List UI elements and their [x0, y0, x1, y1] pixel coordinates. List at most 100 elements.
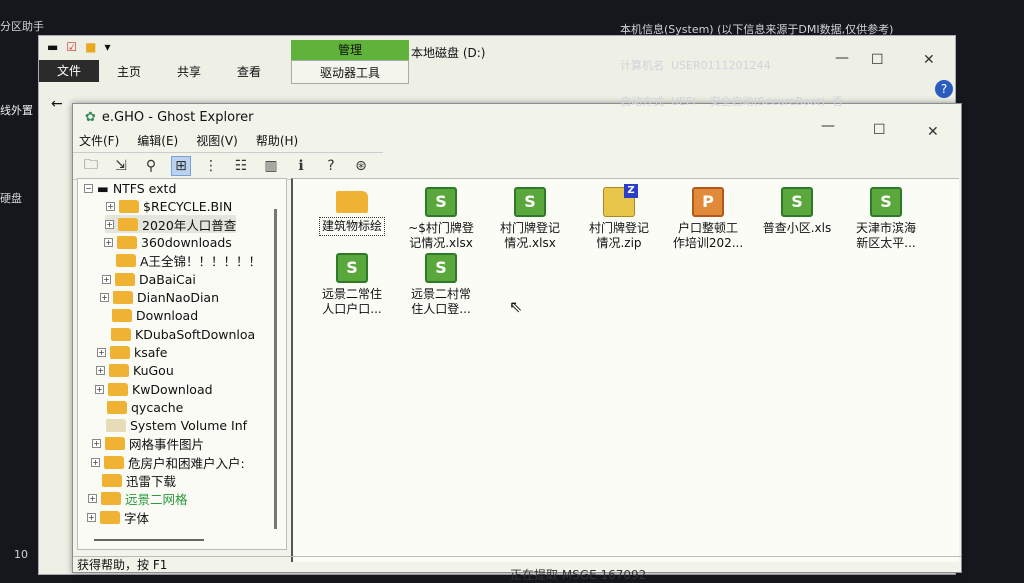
tab-share[interactable]: 共享 [159, 63, 219, 80]
tree-item[interactable]: + ksafe [97, 343, 168, 361]
tree-item[interactable]: + KwDownload [95, 380, 213, 398]
tree-item[interactable]: +2020年人口普查 [105, 215, 237, 234]
tree-item[interactable]: + KuGou [96, 362, 174, 380]
folder-tree[interactable]: − ▬ NTFS extd + $RECYCLE.BIN +2020年人口普查 +36… [77, 178, 287, 550]
tree-item[interactable]: qycache [94, 398, 183, 416]
tab-view[interactable]: 查看 [219, 63, 279, 80]
expand-icon[interactable]: + [97, 347, 106, 357]
tree-item[interactable]: KDubaSoftDownloa [98, 325, 255, 343]
tree-item[interactable]: Download [99, 307, 198, 325]
tree-label: KwDownload [132, 381, 213, 397]
file-name: 远景二常住 [321, 287, 382, 301]
expand-icon[interactable]: + [105, 219, 114, 229]
expand-icon[interactable]: + [104, 238, 113, 248]
file-item[interactable]: S 普查小区.xls [754, 187, 840, 236]
back-arrow-icon[interactable]: ← [51, 96, 63, 112]
tree-item[interactable]: + DaBaiCai [102, 270, 196, 288]
about-icon[interactable]: ⊛ [351, 156, 371, 176]
large-icons-icon[interactable]: ⊞ [171, 156, 191, 176]
open-folder-icon[interactable]: 🗀 [81, 156, 101, 176]
file-item[interactable]: S 村门牌登记 情况.xlsx [487, 187, 573, 251]
info-icon[interactable]: ℹ [291, 156, 311, 176]
tree-label: 360downloads [141, 235, 232, 251]
file-item[interactable]: Z 村门牌登记 情况.zip [576, 184, 662, 251]
find-icon[interactable]: ⚲ [141, 156, 161, 176]
expand-icon[interactable]: + [100, 293, 109, 302]
title-bar: ✿ e.GHO - Ghost Explorer [85, 110, 253, 125]
tab-drive-tools[interactable]: 驱动器工具 [291, 60, 409, 84]
menu-help[interactable]: 帮助(H) [256, 132, 298, 149]
tree-item[interactable]: + $RECYCLE.BIN [106, 197, 232, 215]
expand-icon[interactable]: + [95, 384, 104, 394]
drive-icon[interactable]: ▬ [47, 40, 58, 54]
expand-icon[interactable]: + [87, 512, 96, 522]
drive-icon: ▬ [97, 180, 109, 196]
tree-item[interactable]: + DianNaoDian [100, 289, 219, 307]
file-item[interactable]: P 户口整顿工 作培训202... [665, 187, 751, 251]
tree-label: KuGou [133, 363, 174, 379]
tree-label: 2020年人口普查 [142, 217, 237, 233]
collapse-icon[interactable]: − [84, 183, 93, 193]
menu-edit[interactable]: 编辑(E) [137, 132, 178, 149]
help-icon[interactable]: ? [321, 156, 341, 176]
extract-status: 正在提取 MSGE 167092 [510, 568, 647, 582]
ghost-app-icon: ✿ [85, 110, 96, 125]
tree-label: 危房户和困难户入户: [128, 455, 245, 471]
file-item[interactable]: S 天津市滨海 新区太平... [843, 187, 929, 251]
tab-manage[interactable]: 管理 [291, 40, 409, 60]
file-name: 记情况.xlsx [409, 236, 473, 250]
expand-icon[interactable]: + [91, 457, 100, 467]
tree-item[interactable]: + 危房户和困难户入户: [91, 453, 245, 471]
tree-label: 字体 [124, 510, 150, 526]
list-icon[interactable]: ☷ [231, 156, 251, 176]
file-name: 情况.xlsx [504, 236, 556, 250]
window-title: 本地磁盘 (D:) [411, 46, 486, 60]
properties-icon[interactable]: ☑ [66, 40, 77, 54]
tree-item[interactable]: A王全锦！！！！！！ [103, 252, 261, 270]
tab-home[interactable]: 主页 [99, 63, 159, 80]
tree-label: DaBaiCai [139, 271, 196, 287]
close-button[interactable]: ✕ [923, 52, 935, 68]
tree-horizontal-scrollbar[interactable] [94, 539, 204, 541]
expand-icon[interactable]: + [92, 439, 101, 449]
tree-label: $RECYCLE.BIN [143, 198, 233, 214]
tree-root[interactable]: − ▬ NTFS extd [84, 179, 176, 197]
tree-scrollbar[interactable] [274, 209, 277, 529]
tree-label: 远景二网格 [125, 492, 188, 508]
file-item[interactable]: S 远景二村常 住人口登... [398, 253, 484, 317]
help-icon[interactable]: ? [935, 80, 953, 98]
close-button[interactable]: ✕ [927, 124, 939, 140]
spreadsheet-file-icon: S [336, 253, 368, 283]
file-item[interactable]: S 远景二常住 人口户口... [309, 253, 395, 317]
tab-file[interactable]: 文件 [39, 60, 100, 82]
file-name: 天津市滨海 [855, 221, 916, 235]
tree-item[interactable]: + 网格事件图片 [92, 435, 204, 453]
tree-item[interactable]: System Volume Inf [93, 417, 247, 435]
folder-icon [112, 309, 132, 323]
tree-label: Download [136, 308, 199, 324]
tree-item[interactable]: +360downloads [104, 234, 232, 252]
file-item[interactable]: S ~$村门牌登 记情况.xlsx [398, 187, 484, 251]
small-icons-icon[interactable]: ⋮ [201, 156, 221, 176]
folder-icon [108, 382, 128, 396]
mouse-cursor-icon: ⇖ [509, 297, 523, 316]
folder-icon[interactable]: ■ [85, 40, 96, 54]
menu-view[interactable]: 视图(V) [196, 132, 238, 149]
tree-item[interactable]: 迅雷下载 [89, 472, 176, 490]
tree-item[interactable]: + 字体 [87, 508, 149, 526]
chevron-down-icon[interactable]: ▾ [104, 40, 110, 54]
minimize-button[interactable]: — [821, 118, 835, 134]
expand-icon[interactable]: + [106, 201, 115, 211]
expand-icon[interactable]: + [96, 366, 105, 376]
details-icon[interactable]: ▥ [261, 156, 281, 176]
tree-item[interactable]: + 远景二网格 [88, 490, 188, 508]
spreadsheet-file-icon: S [425, 253, 457, 283]
extract-icon[interactable]: ⇲ [111, 156, 131, 176]
maximize-button[interactable]: ☐ [873, 122, 886, 138]
menu-file[interactable]: 文件(F) [79, 132, 119, 149]
expand-icon[interactable]: + [102, 274, 111, 284]
file-name: 村门牌登记 [499, 221, 560, 235]
desktop-label: 线外置 [0, 104, 33, 117]
file-item[interactable]: 建筑物标绘 [309, 187, 395, 236]
expand-icon[interactable]: + [88, 494, 97, 504]
